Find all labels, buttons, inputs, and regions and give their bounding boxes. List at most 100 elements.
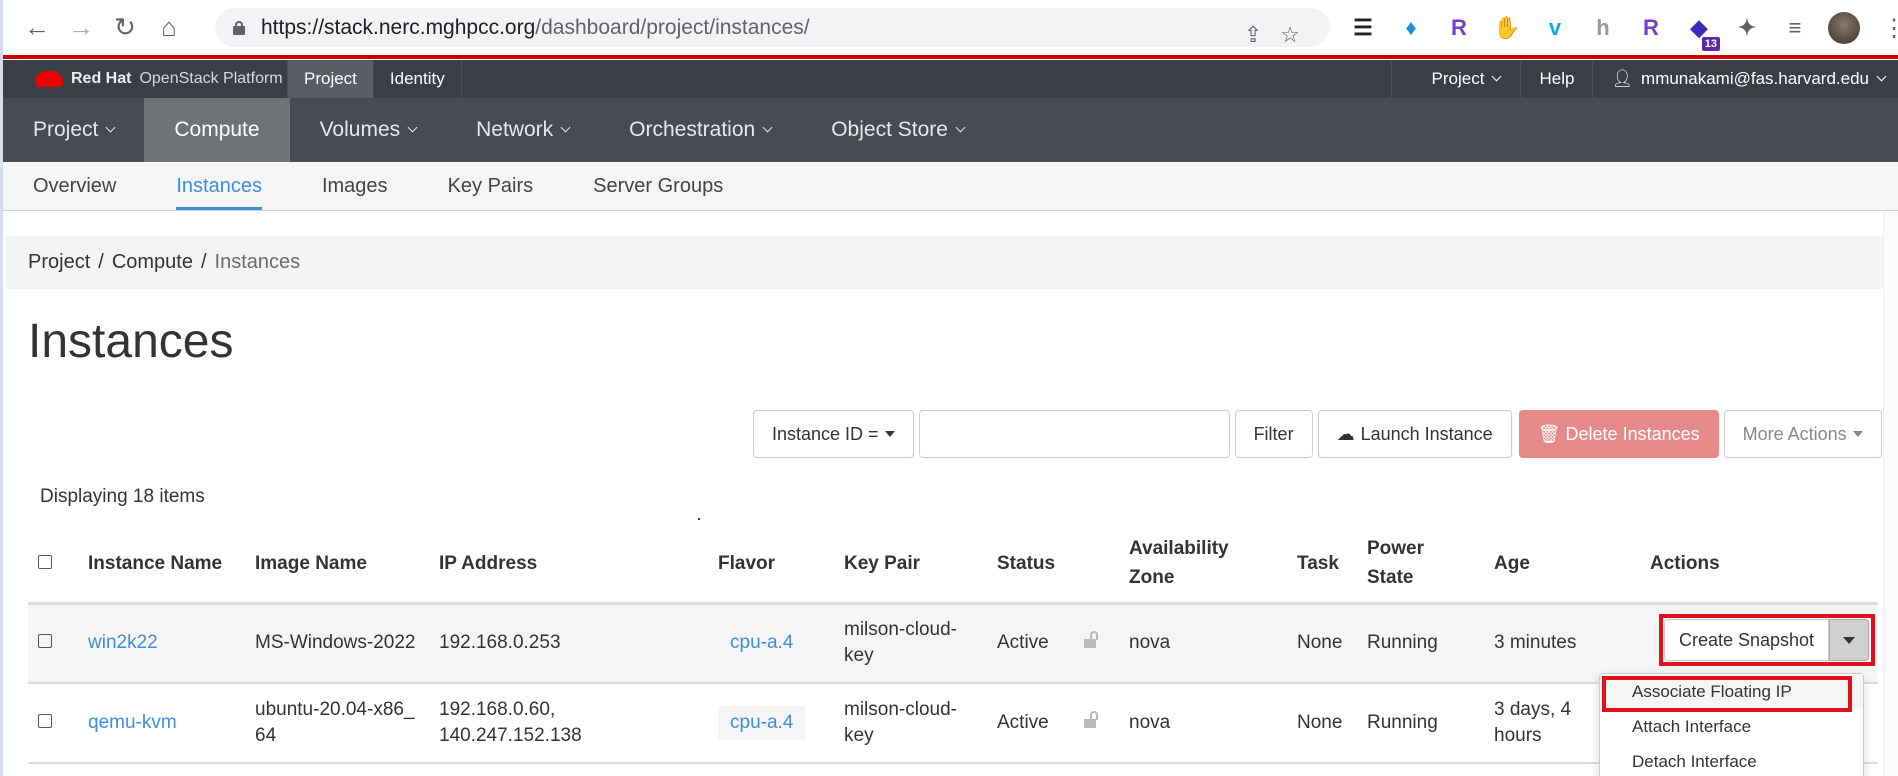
bookmark-star-icon[interactable]: ☆ <box>1280 22 1300 48</box>
browser-menu-icon[interactable]: ⋮ <box>1882 14 1898 43</box>
h-extension-icon[interactable]: h <box>1588 13 1618 43</box>
share-icon[interactable]: ⇪ <box>1244 22 1262 48</box>
col-power-state[interactable]: Power State <box>1357 525 1484 605</box>
tab-project[interactable]: Project <box>288 60 374 98</box>
flavor-link[interactable]: cpu-a.4 <box>718 626 806 661</box>
key-pair: milson-cloud-key <box>844 619 957 667</box>
lock-icon <box>233 20 245 35</box>
adblock-icon[interactable]: ✋ <box>1492 13 1522 43</box>
mainnav-volumes[interactable]: Volumes <box>290 98 447 162</box>
subnav-overview[interactable]: Overview <box>3 162 146 210</box>
instance-name-link[interactable]: qemu-kvm <box>88 712 177 733</box>
extension-badge: 13 <box>1701 37 1720 51</box>
chevron-down-icon <box>105 122 116 133</box>
create-snapshot-button[interactable]: Create Snapshot <box>1664 619 1829 661</box>
col-ip-address[interactable]: IP Address <box>429 525 708 605</box>
col-task[interactable]: Task <box>1287 525 1357 605</box>
col-flavor[interactable]: Flavor <box>708 525 834 605</box>
create-snapshot-label: Create Snapshot <box>1678 629 1815 650</box>
back-button[interactable]: ← <box>15 6 59 50</box>
row-checkbox[interactable] <box>38 714 52 728</box>
availability-zone: nova <box>1129 712 1171 733</box>
script-r-extension-icon[interactable]: R <box>1636 13 1666 43</box>
subnav-images[interactable]: Images <box>292 162 418 210</box>
filter-field-dropdown[interactable]: Instance ID = <box>753 410 914 458</box>
filter-button[interactable]: Filter <box>1234 410 1313 458</box>
r-extension-icon[interactable]: R <box>1444 13 1474 43</box>
subnav-server-groups[interactable]: Server Groups <box>563 162 753 210</box>
more-actions-label: More Actions <box>1742 423 1847 444</box>
diamond-extension-icon[interactable]: ♦ <box>1396 13 1426 43</box>
row-checkbox[interactable] <box>38 634 52 649</box>
browser-toolbar: ← → ↻ ⌂ https://stack.nerc.mghpcc.org/da… <box>3 0 1898 55</box>
actions-dropdown-toggle[interactable] <box>1829 619 1869 661</box>
delete-instances-button[interactable]: 🗑︎ Delete Instances <box>1518 410 1719 458</box>
extension-glyph: R <box>1643 15 1659 40</box>
breadcrumb-project[interactable]: Project <box>28 251 90 274</box>
brand-name: Red Hat <box>71 70 132 87</box>
project-selector[interactable]: Project <box>1390 60 1521 98</box>
extension-glyph: R <box>1451 15 1467 40</box>
col-status[interactable]: Status <box>987 525 1074 605</box>
flavor-link[interactable]: cpu-a.4 <box>718 706 806 740</box>
instance-name-link[interactable]: win2k22 <box>88 632 158 653</box>
mainnav-project[interactable]: Project <box>3 98 144 162</box>
col-key-pair[interactable]: Key Pair <box>834 525 987 605</box>
col-availability-zone[interactable]: Availability Zone <box>1119 525 1287 605</box>
caret-down-icon <box>1843 636 1855 644</box>
col-age[interactable]: Age <box>1484 525 1640 605</box>
launch-instance-button[interactable]: ☁ Launch Instance <box>1317 410 1512 458</box>
mainnav-label: Project <box>33 118 99 141</box>
status: Active <box>997 632 1049 654</box>
user-menu[interactable]: 👤︎ mmunakami@fas.harvard.edu <box>1592 60 1898 98</box>
status: Active <box>997 712 1049 733</box>
top-navbar: Red Hat OpenStack Platform Project Ident… <box>3 60 1898 98</box>
extensions-bar: ☰ ♦ R ✋ v h R ◆13 ✦ ≡ ⋮ <box>1348 8 1898 51</box>
availability-zone: nova <box>1129 632 1171 654</box>
col-image-name[interactable]: Image Name <box>245 525 429 605</box>
forward-button[interactable]: → <box>59 6 103 50</box>
help-label: Help <box>1539 69 1575 88</box>
unlock-icon <box>1084 631 1098 649</box>
mainnav-orchestration[interactable]: Orchestration <box>599 98 801 162</box>
mainnav-label: Network <box>476 118 554 141</box>
stray-dot <box>698 518 700 520</box>
subnav-label: Instances <box>176 174 262 197</box>
reload-button[interactable]: ↻ <box>103 6 147 50</box>
subnav-key-pairs[interactable]: Key Pairs <box>418 162 564 210</box>
more-actions-button[interactable]: More Actions <box>1723 410 1882 458</box>
puzzle-icon[interactable]: ✦ <box>1732 13 1762 43</box>
help-link[interactable]: Help <box>1520 60 1592 98</box>
breadcrumb-compute[interactable]: Compute <box>112 251 193 274</box>
graduation-extension-icon[interactable]: ◆ 13 <box>1684 13 1720 51</box>
select-all-checkbox[interactable] <box>38 554 52 569</box>
menu-item-detach-interface[interactable]: Detach Interface <box>1600 744 1863 776</box>
key-pair: milson-cloud-key <box>844 699 957 746</box>
task: None <box>1297 632 1343 654</box>
caret-down-icon <box>884 431 895 437</box>
age: 3 days, 4 hours <box>1494 699 1572 746</box>
breadcrumb: Project / Compute / Instances <box>6 236 1886 289</box>
menu-item-attach-interface[interactable]: Attach Interface <box>1600 709 1863 744</box>
profile-avatar[interactable] <box>1828 12 1860 44</box>
subnav-instances[interactable]: Instances <box>146 162 292 210</box>
media-list-icon[interactable]: ≡ <box>1780 13 1810 43</box>
tab-search-icon[interactable]: ☰ <box>1348 13 1378 43</box>
ip-address: 192.168.0.60, <box>439 699 556 720</box>
unlock-icon <box>1084 711 1098 728</box>
mainnav-compute[interactable]: Compute <box>144 98 290 162</box>
table-toolbar: Instance ID = Filter ☁ Launch Instance 🗑︎… <box>753 410 1882 458</box>
tab-identity[interactable]: Identity <box>374 60 462 98</box>
home-button[interactable]: ⌂ <box>147 6 191 50</box>
vimeo-icon[interactable]: v <box>1540 13 1570 43</box>
filter-input[interactable] <box>918 410 1230 458</box>
mainnav-object-store[interactable]: Object Store <box>801 98 994 162</box>
col-instance-name[interactable]: Instance Name <box>78 525 245 605</box>
subnav-label: Overview <box>33 174 117 197</box>
subnav-label: Images <box>321 174 388 197</box>
brand-logo[interactable]: Red Hat OpenStack Platform <box>3 60 288 98</box>
mainnav-network[interactable]: Network <box>446 98 599 162</box>
page-scrollbar[interactable] <box>1883 211 1898 776</box>
chevron-down-icon <box>1876 71 1887 82</box>
address-bar[interactable]: https://stack.nerc.mghpcc.org/dashboard/… <box>215 8 1330 47</box>
